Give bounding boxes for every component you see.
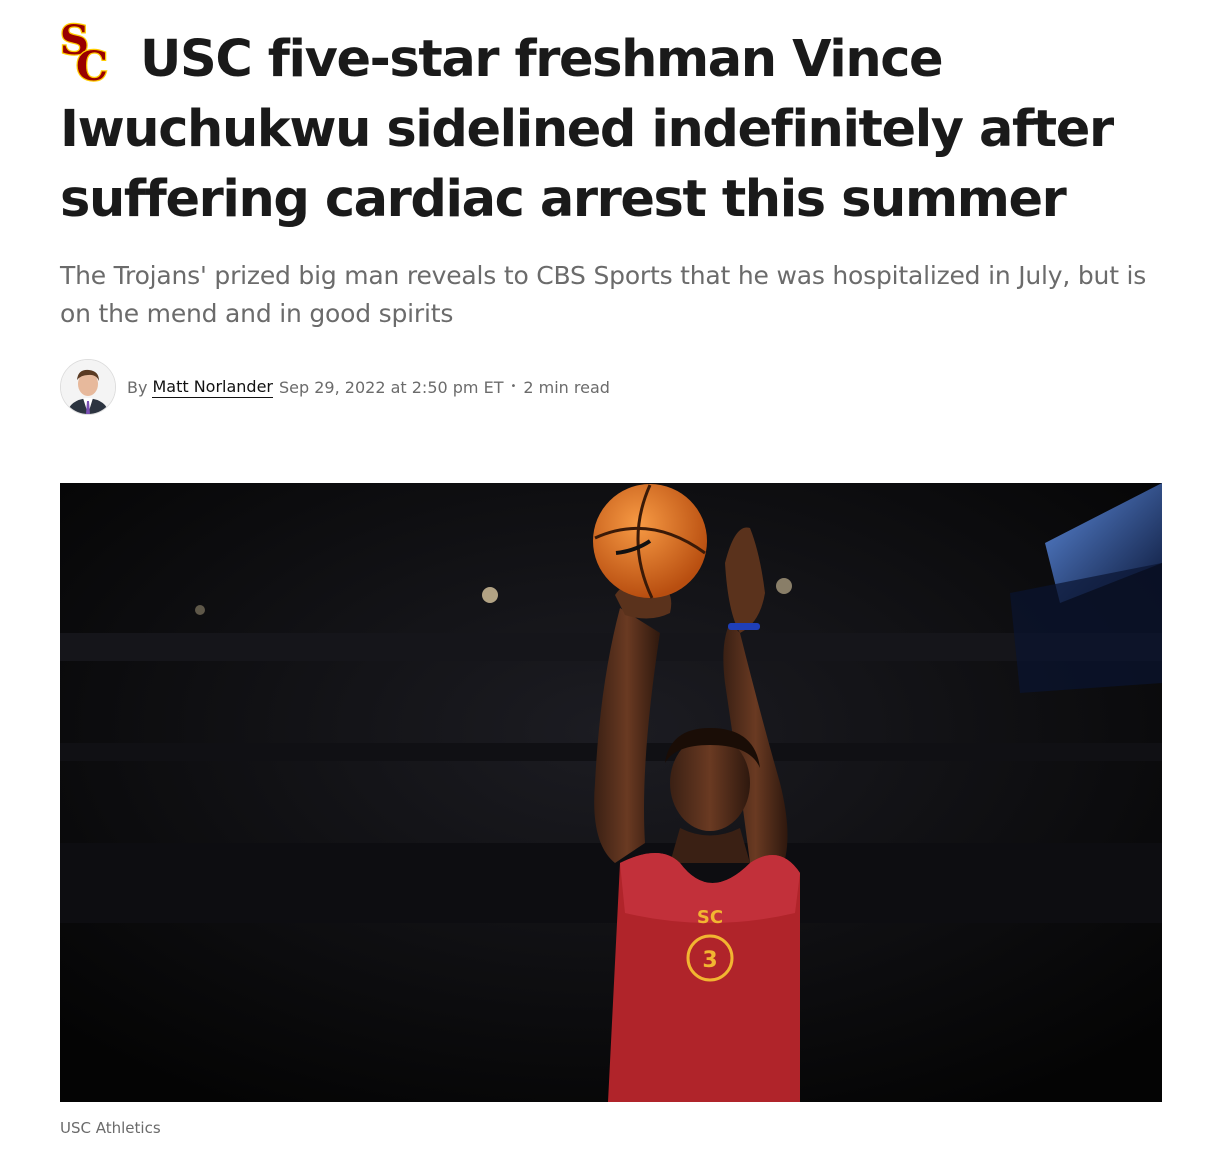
article-header: S C USC five-star freshman Vince Iwuchuk… xyxy=(59,16,1162,415)
author-link[interactable]: Matt Norlander xyxy=(152,377,273,398)
headline-text: USC five-star freshman Vince Iwuchukwu s… xyxy=(60,30,1114,229)
basketball-player-photo-icon: 3 SC xyxy=(60,483,1162,1102)
byline-by-label: By xyxy=(127,377,148,397)
read-time: 2 min read xyxy=(523,377,610,397)
byline-separator: • xyxy=(510,380,517,392)
svg-text:C: C xyxy=(76,43,106,84)
svg-text:SC: SC xyxy=(697,907,723,928)
hero-image[interactable]: 3 SC xyxy=(60,483,1162,1102)
subheadline: The Trojans' prized big man reveals to C… xyxy=(60,261,1147,328)
svg-text:3: 3 xyxy=(702,948,717,973)
headline: S C USC five-star freshman Vince Iwuchuk… xyxy=(59,16,1162,235)
image-caption: USC Athletics xyxy=(60,1119,161,1137)
byline: By Matt Norlander Sep 29, 2022 at 2:50 p… xyxy=(60,359,1162,415)
publish-date: Sep 29, 2022 at 2:50 pm ET xyxy=(279,377,504,397)
author-avatar[interactable] xyxy=(60,359,116,415)
usc-logo-icon[interactable]: S C xyxy=(59,16,112,92)
